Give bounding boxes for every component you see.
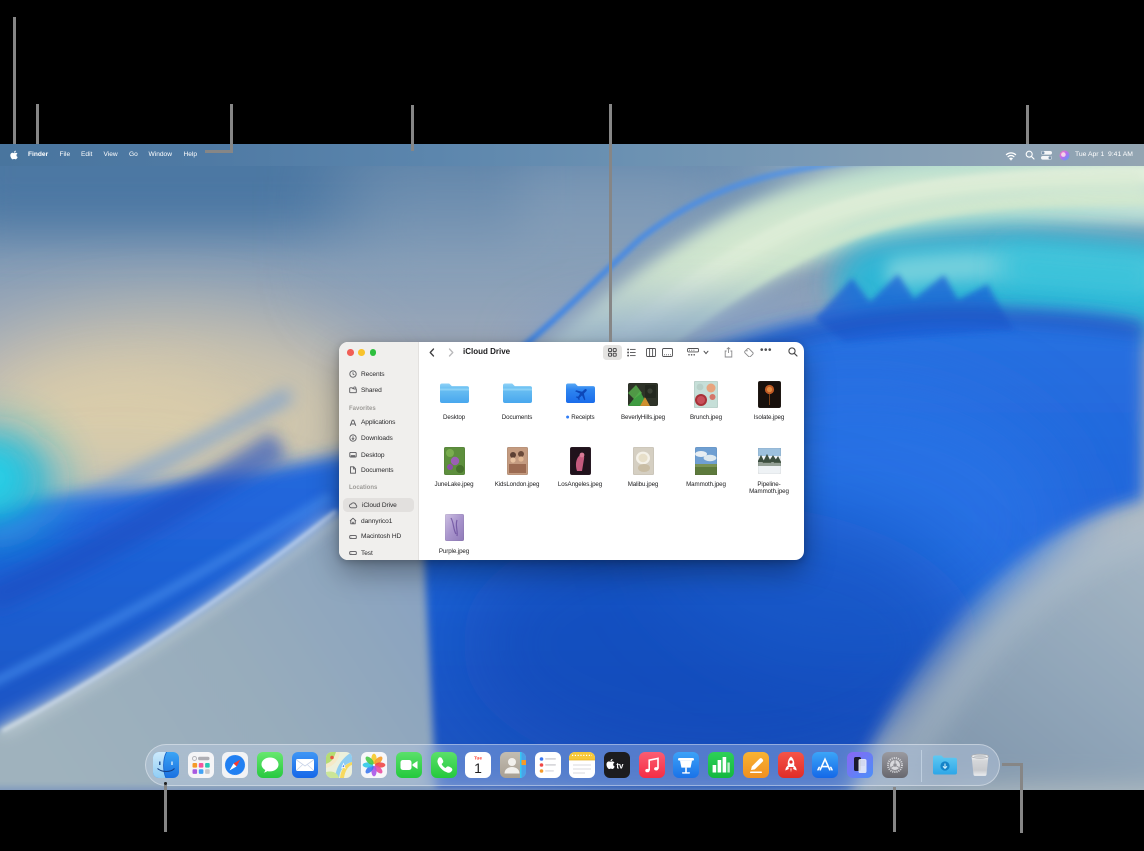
svg-text:tv: tv — [616, 761, 624, 770]
svg-text:1: 1 — [474, 760, 482, 776]
